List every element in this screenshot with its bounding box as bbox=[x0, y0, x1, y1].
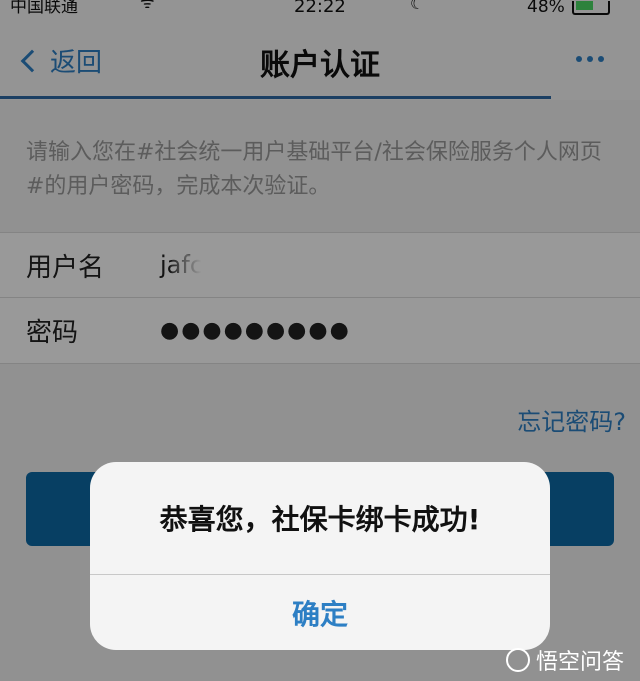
alert-dialog: 恭喜您，社保卡绑卡成功! 确定 bbox=[90, 462, 550, 650]
confirm-button[interactable]: 确定 bbox=[90, 575, 550, 650]
alert-message: 恭喜您，社保卡绑卡成功! bbox=[159, 503, 481, 536]
wukong-logo-icon bbox=[506, 648, 530, 672]
watermark: 悟空问答 bbox=[506, 644, 624, 676]
watermark-label: 悟空问答 bbox=[536, 650, 625, 675]
